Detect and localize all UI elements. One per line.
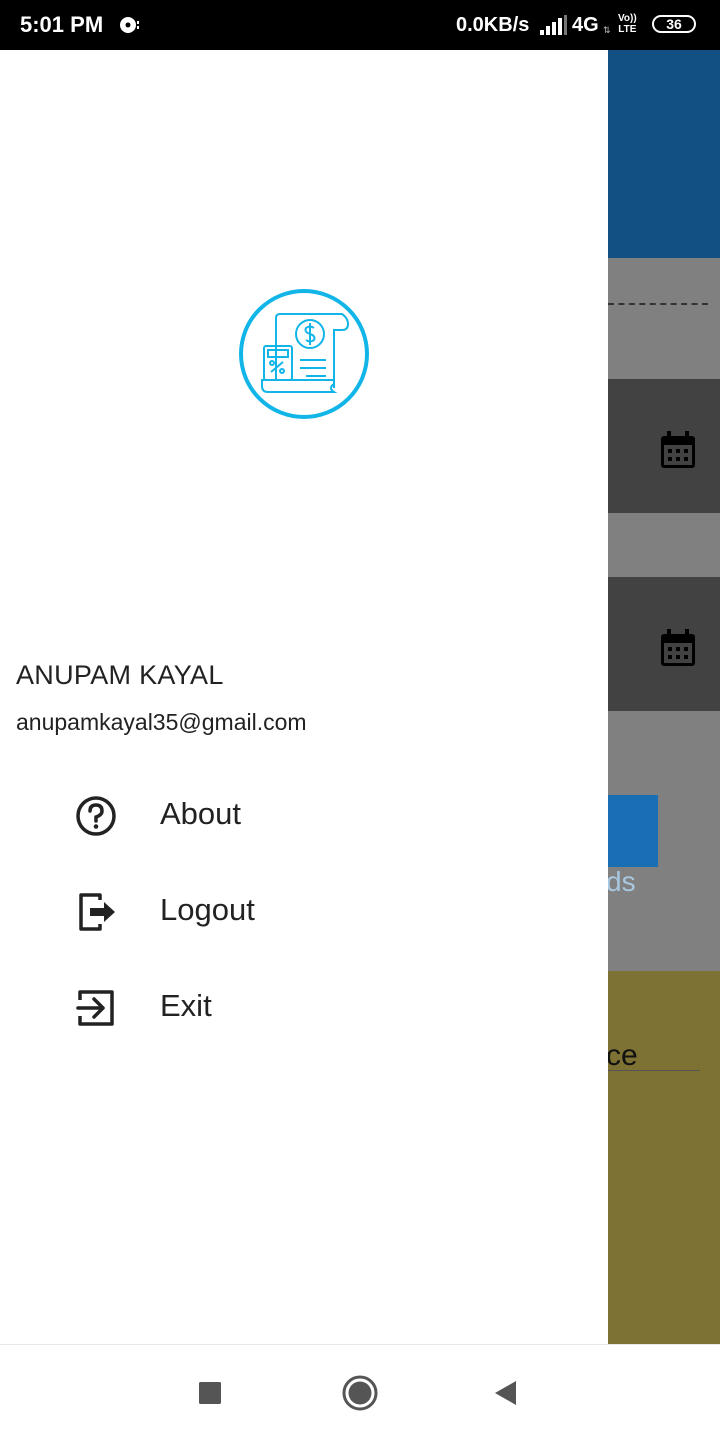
volte-label-bottom: LTE: [618, 24, 637, 35]
status-time: 5:01 PM: [20, 12, 104, 37]
signal-icon: [540, 15, 567, 35]
background-field-underline: [606, 1070, 700, 1071]
background-divider: [608, 303, 708, 305]
calendar-icon: [661, 629, 695, 666]
menu-label-about: About: [160, 796, 242, 831]
invoice-receipt-icon: [239, 289, 369, 419]
menu-item-logout[interactable]: Logout: [0, 864, 608, 960]
user-email: anupamkayal35@gmail.com: [16, 709, 307, 735]
background-field-text: ce: [606, 1039, 638, 1072]
status-bar: 5:01 PM 0.0KB/s 4G ⇅ Vo)) LTE 36: [0, 0, 720, 50]
data-arrows-icon: ⇅: [603, 25, 611, 35]
navigation-drawer: ANUPAM KAYAL anupamkayal35@gmail.com Abo…: [0, 50, 608, 1344]
help-circle-icon: [76, 796, 116, 836]
back-icon[interactable]: [486, 1373, 526, 1413]
home-icon[interactable]: [340, 1373, 380, 1413]
calendar-icon: [661, 431, 695, 468]
recent-apps-icon[interactable]: [190, 1373, 230, 1413]
volte-label-top: Vo)): [618, 13, 637, 24]
user-name: ANUPAM KAYAL: [16, 660, 224, 690]
menu-item-about[interactable]: About: [0, 768, 608, 864]
battery-level: 36: [666, 16, 682, 32]
background-button-label: ds: [606, 866, 636, 897]
network-speed: 0.0KB/s: [456, 14, 530, 36]
exit-icon: [76, 990, 114, 1026]
menu-label-logout: Logout: [160, 892, 255, 927]
menu-item-exit[interactable]: Exit: [0, 960, 608, 1056]
system-navigation-bar: [0, 1344, 720, 1440]
battery-icon: 36: [652, 15, 696, 33]
media-icon: [120, 17, 139, 33]
logout-icon: [79, 893, 115, 931]
network-type: 4G: [572, 14, 599, 36]
menu-label-exit: Exit: [160, 988, 212, 1023]
volte-indicator: Vo)) LTE: [618, 13, 637, 35]
